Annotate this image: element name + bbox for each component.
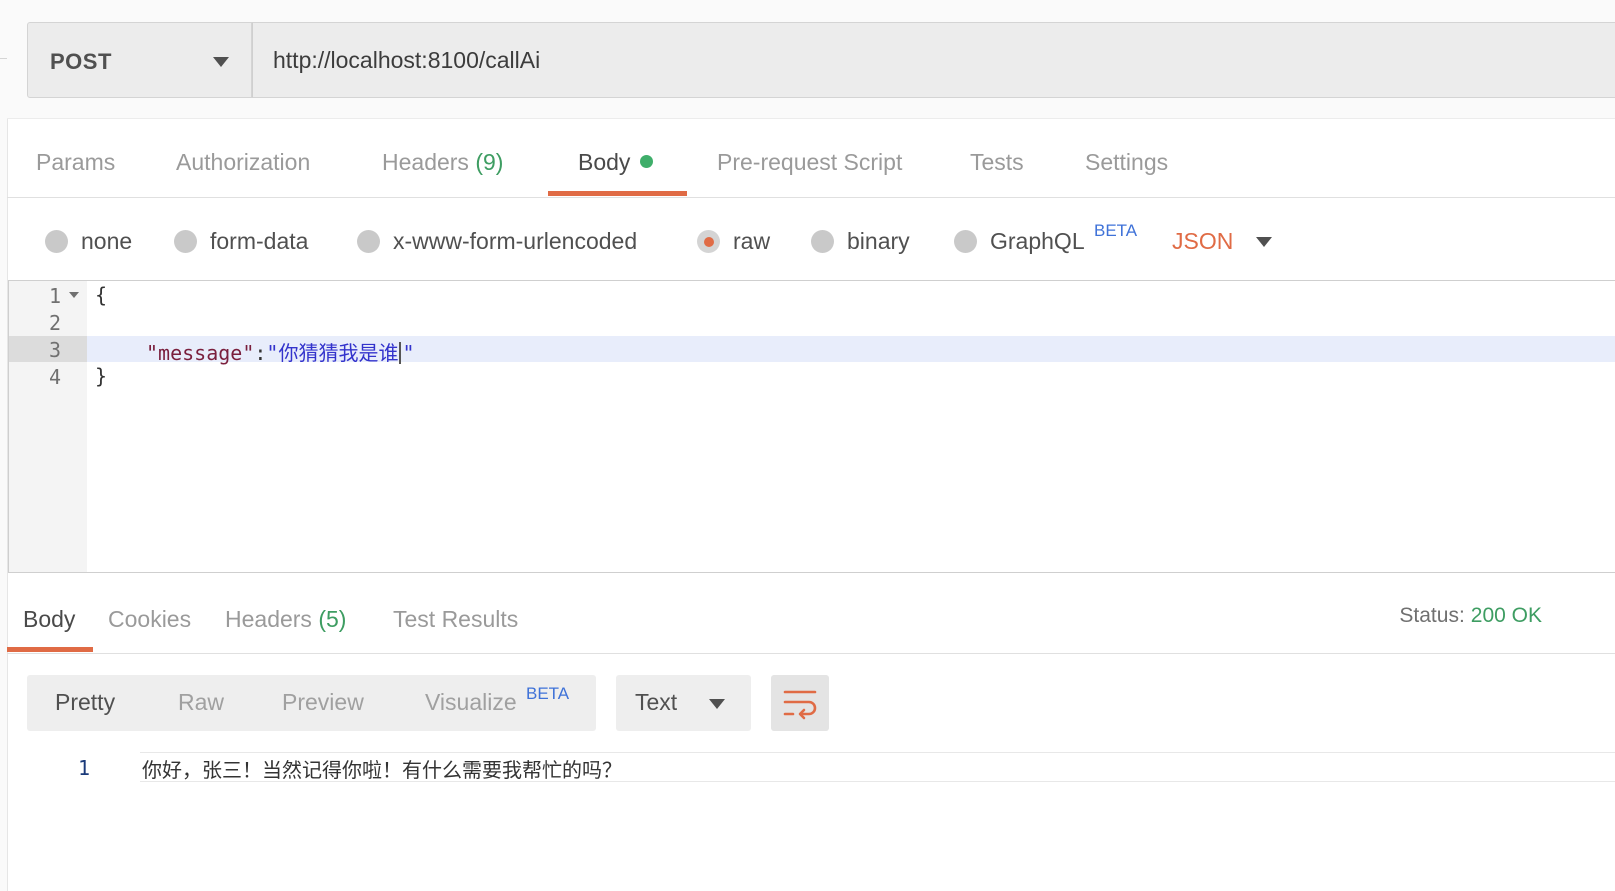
radio-label: x-www-form-urlencoded [393, 228, 638, 254]
response-text: 你好，张三！当然记得你啦！有什么需要我帮忙的吗？ [142, 758, 622, 782]
tab-headers[interactable]: Headers (9) [382, 149, 503, 176]
url-text: http://localhost:8100/callAi [273, 47, 541, 73]
radio-circle [45, 230, 68, 253]
beta-badge: BETA [1094, 221, 1138, 240]
beta-badge: BETA [526, 684, 570, 703]
radio-label: binary [847, 228, 910, 254]
line-number: 1 [77, 756, 90, 780]
view-visualize-button[interactable]: Visualize [425, 689, 517, 716]
response-tabs: Body Cookies Headers (5) Test Results St… [7, 574, 1615, 654]
request-tabs: Params Authorization Headers (9) Body Pr… [7, 118, 1615, 198]
chevron-down-icon[interactable] [1256, 237, 1272, 247]
status-label: Status: [1399, 604, 1465, 627]
divider [0, 58, 7, 59]
response-headers-count-badge: (5) [318, 606, 347, 632]
body-format-dropdown[interactable]: JSON [1172, 228, 1233, 255]
radio-label: GraphQL [990, 228, 1085, 254]
tab-tests[interactable]: Tests [970, 149, 1024, 176]
response-view-modes: Pretty Raw Preview Visualize BETA [27, 675, 596, 731]
active-tab-indicator [548, 191, 687, 196]
view-preview-button[interactable]: Preview [282, 689, 364, 716]
json-colon: : [254, 341, 267, 365]
tab-test-results[interactable]: Test Results [393, 606, 518, 633]
tab-settings[interactable]: Settings [1085, 149, 1168, 176]
chevron-down-icon [213, 57, 229, 67]
tab-body-label: Body [578, 149, 631, 175]
line-number: 2 [48, 311, 61, 335]
chevron-down-icon [709, 699, 725, 709]
view-pretty-button[interactable]: Pretty [55, 689, 115, 716]
radio-circle-selected [697, 230, 720, 253]
json-value: "你猜猜我是谁 [266, 341, 399, 365]
format-label: Text [635, 689, 678, 715]
tab-response-headers[interactable]: Headers (5) [225, 606, 346, 633]
request-body-editor[interactable]: 1 2 3 4 { "message":"你猜猜我是谁 " } [8, 280, 1615, 573]
radio-circle [174, 230, 197, 253]
tab-cookies[interactable]: Cookies [108, 606, 191, 633]
view-raw-button[interactable]: Raw [178, 689, 224, 716]
radio-label: raw [733, 228, 771, 254]
fold-triangle-icon[interactable] [69, 292, 79, 298]
code-close-brace: } [95, 364, 108, 388]
radio-label: form-data [210, 228, 309, 254]
response-format-dropdown[interactable]: Text [616, 675, 751, 731]
line-number: 3 [48, 338, 61, 362]
green-dot-icon [640, 155, 654, 168]
tab-response-headers-label: Headers [225, 606, 312, 632]
tab-authorization[interactable]: Authorization [176, 149, 310, 176]
tab-response-body[interactable]: Body [23, 606, 75, 633]
method-dropdown[interactable]: POST [27, 22, 252, 98]
json-key: "message" [146, 341, 255, 365]
radio-circle [357, 230, 380, 253]
radio-label: none [81, 228, 133, 254]
json-value-end: " [402, 341, 415, 365]
url-input[interactable]: http://localhost:8100/callAi [252, 22, 1615, 98]
word-wrap-icon [783, 690, 817, 720]
tab-headers-label: Headers [382, 149, 469, 175]
request-url-row: POST http://localhost:8100/callAi [7, 0, 1615, 118]
word-wrap-button[interactable] [771, 675, 829, 731]
tab-body[interactable]: Body [578, 149, 654, 176]
code-line-3: "message":"你猜猜我是谁 " [146, 337, 415, 366]
headers-count-badge: (9) [475, 149, 504, 175]
response-status: Status: 200 OK [1399, 604, 1542, 628]
active-tab-indicator [7, 647, 93, 652]
tab-params[interactable]: Params [36, 149, 115, 176]
code-open-brace: { [95, 283, 108, 307]
line-number: 4 [48, 365, 61, 389]
method-label: POST [50, 49, 112, 74]
radio-circle [811, 230, 834, 253]
radio-circle [954, 230, 977, 253]
status-badge: 200 OK [1470, 604, 1542, 627]
line-number: 1 [48, 284, 61, 308]
body-type-options: none form-data x-www-form-urlencoded raw… [7, 198, 1615, 280]
tab-pre-request-script[interactable]: Pre-request Script [717, 149, 902, 176]
